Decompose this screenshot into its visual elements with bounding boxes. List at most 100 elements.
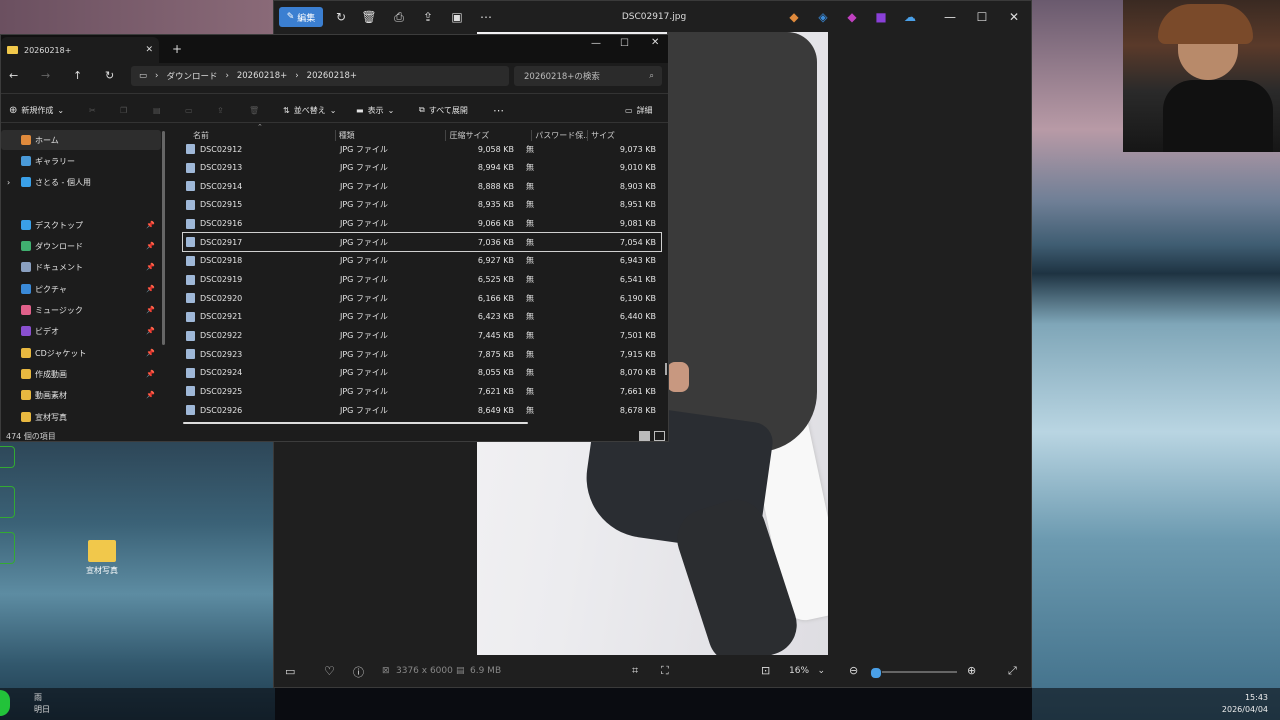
fit-icon[interactable]: ⊡ [761, 664, 770, 677]
sidebar-item[interactable]: › さとる - 個人用 [1, 172, 161, 192]
sidebar-item[interactable]: ダウンロード 📌 [1, 236, 161, 256]
vertical-scrollbar[interactable] [665, 363, 667, 375]
delete-icon[interactable]: 🗑 [249, 102, 259, 118]
new-button[interactable]: ⊕ 新規作成 ⌄ [9, 102, 64, 118]
table-row[interactable]: DSC02926 JPG ファイル 8,649 KB 無 8,678 KB [183, 401, 661, 419]
pin-icon[interactable]: 📌 [146, 370, 155, 378]
clipchamp-icon[interactable]: ◆ [844, 7, 860, 27]
onedrive-off-icon[interactable]: ☁ [902, 7, 918, 27]
close-icon[interactable]: ✕ [651, 37, 659, 48]
designer-icon[interactable]: ◈ [815, 7, 831, 27]
sidebar-item[interactable]: ホーム [1, 130, 161, 150]
sidebar-item[interactable]: 動画素材 📌 [1, 385, 161, 405]
details-view-icon[interactable] [639, 431, 650, 441]
fullscreen-icon[interactable]: ⤢ [1008, 664, 1017, 678]
pin-icon[interactable]: 📌 [146, 221, 155, 229]
refresh-icon[interactable]: ↻ [105, 69, 114, 82]
horizontal-scrollbar[interactable] [183, 422, 528, 424]
table-row[interactable]: DSC02924 JPG ファイル 8,055 KB 無 8,070 KB [183, 364, 661, 382]
details-button[interactable]: ▭ 詳細 [625, 102, 653, 118]
video-editor-icon[interactable]: ■ [873, 7, 889, 27]
table-row[interactable]: DSC02918 JPG ファイル 6,927 KB 無 6,943 KB [183, 252, 661, 270]
paste-icon[interactable]: ▤ [153, 102, 161, 118]
more-icon[interactable]: ⋯ [493, 102, 504, 118]
table-row[interactable]: DSC02925 JPG ファイル 7,621 KB 無 7,661 KB [183, 382, 661, 400]
zoom-slider[interactable] [869, 667, 957, 679]
up-icon[interactable]: ↑ [73, 69, 82, 82]
pin-icon[interactable]: 📌 [146, 242, 155, 250]
filmstrip-icon[interactable]: ▭ [285, 665, 295, 678]
pin-icon[interactable]: 📌 [146, 391, 155, 399]
forward-icon[interactable]: → [41, 69, 50, 82]
view-button[interactable]: ▬ 表示 ⌄ [356, 102, 394, 118]
sidebar-item[interactable]: ピクチャ 📌 [1, 279, 161, 299]
desktop-folder[interactable]: 宣材写真 [82, 540, 122, 584]
zoom-in-icon[interactable]: ⊕ [967, 664, 976, 677]
search-box[interactable]: 20260218+の検索 ⌕ [514, 66, 662, 86]
close-icon[interactable]: ✕ [1006, 7, 1022, 27]
maximize-icon[interactable]: ☐ [974, 7, 990, 27]
favorite-icon[interactable]: ♡ [324, 664, 335, 678]
explorer-tab[interactable]: 20260218+ ✕ [1, 37, 159, 63]
rename-icon[interactable]: ▭ [185, 102, 193, 118]
table-row[interactable]: DSC02915 JPG ファイル 8,935 KB 無 8,951 KB [183, 196, 661, 214]
tiles-view-icon[interactable] [654, 431, 665, 441]
table-row[interactable]: DSC02919 JPG ファイル 6,525 KB 無 6,541 KB [183, 271, 661, 289]
sidebar-item[interactable]: ギャラリー [1, 151, 161, 171]
new-tab-icon[interactable]: + [172, 42, 182, 56]
table-row[interactable]: DSC02916 JPG ファイル 9,066 KB 無 9,081 KB [183, 215, 661, 233]
table-row[interactable]: DSC02912 JPG ファイル 9,058 KB 無 9,073 KB [183, 140, 661, 158]
breadcrumb-item[interactable]: 20260218+ [307, 71, 357, 81]
clock-date[interactable]: 2026/04/04 [1200, 705, 1268, 714]
table-row[interactable]: DSC02913 JPG ファイル 8,994 KB 無 9,010 KB [183, 159, 661, 177]
crop-icon[interactable]: ⌗ [632, 664, 638, 678]
table-row[interactable]: DSC02922 JPG ファイル 7,445 KB 無 7,501 KB [183, 327, 661, 345]
share-icon[interactable]: ⇪ [419, 7, 437, 27]
slideshow-icon[interactable]: ▣ [448, 7, 466, 27]
column-header-name[interactable]: 名前 [183, 130, 335, 141]
column-header-password[interactable]: パスワード保... [531, 129, 587, 141]
breadcrumb-item[interactable]: 20260218+ [237, 71, 287, 81]
edge-widget-1[interactable] [0, 446, 15, 468]
breadcrumb-item[interactable]: ダウンロード [166, 70, 217, 82]
pin-icon[interactable]: 📌 [146, 285, 155, 293]
minimize-icon[interactable]: — [591, 38, 601, 49]
clock-time[interactable]: 15:43 [1200, 693, 1268, 702]
table-row[interactable]: DSC02920 JPG ファイル 6,166 KB 無 6,190 KB [183, 289, 661, 307]
weather-icon[interactable] [0, 690, 10, 716]
tab-close-icon[interactable]: ✕ [145, 45, 153, 55]
minimize-icon[interactable]: — [942, 7, 958, 27]
delete-icon[interactable]: 🗑 [360, 7, 378, 27]
sort-button[interactable]: ⇅ 並べ替え ⌄ [283, 102, 336, 118]
print-icon[interactable]: ⎙ [390, 7, 408, 27]
expand-all-button[interactable]: ⧉ すべて展開 [419, 102, 468, 118]
more-icon[interactable]: ⋯ [477, 7, 495, 27]
sidebar-item[interactable]: CDジャケット 📌 [1, 343, 161, 363]
column-header-size[interactable]: サイズ [587, 129, 661, 141]
column-header-type[interactable]: 種類 [334, 129, 446, 141]
chevron-right-icon[interactable]: › [7, 178, 10, 187]
share-icon[interactable]: ⇪ [217, 102, 224, 118]
edge-widget-2[interactable] [0, 486, 15, 518]
zoom-dropdown[interactable]: 16% ⌄ [783, 662, 831, 680]
zoom-slider-thumb[interactable] [869, 667, 882, 679]
zoom-out-icon[interactable]: ⊖ [849, 664, 858, 677]
pin-icon[interactable]: 📌 [146, 349, 155, 357]
pin-icon[interactable]: 📌 [146, 306, 155, 314]
table-row[interactable]: DSC02917 JPG ファイル 7,036 KB 無 7,054 KB [182, 232, 662, 253]
sidebar-item[interactable]: 宣材写真 [1, 407, 161, 427]
cut-icon[interactable]: ✂ [89, 102, 96, 118]
copilot-icon[interactable]: ◆ [786, 7, 802, 27]
copy-icon[interactable]: ❐ [120, 102, 127, 118]
sidebar-item[interactable]: デスクトップ 📌 [1, 215, 161, 235]
rotate-icon[interactable]: ↻ [332, 7, 350, 27]
address-bar[interactable]: ▭ › ダウンロード › 20260218+ › 20260218+ [131, 66, 509, 86]
edit-button[interactable]: ✎ 編集 [279, 7, 323, 27]
sidebar-item[interactable]: 作成動画 📌 [1, 364, 161, 384]
sidebar-item[interactable]: ビデオ 📌 [1, 321, 161, 341]
sidebar-scrollbar[interactable] [162, 131, 165, 345]
table-row[interactable]: DSC02914 JPG ファイル 8,888 KB 無 8,903 KB [183, 177, 661, 195]
back-icon[interactable]: ← [9, 69, 18, 82]
info-icon[interactable]: ⓘ [353, 664, 364, 680]
edge-widget-3[interactable] [0, 532, 15, 564]
